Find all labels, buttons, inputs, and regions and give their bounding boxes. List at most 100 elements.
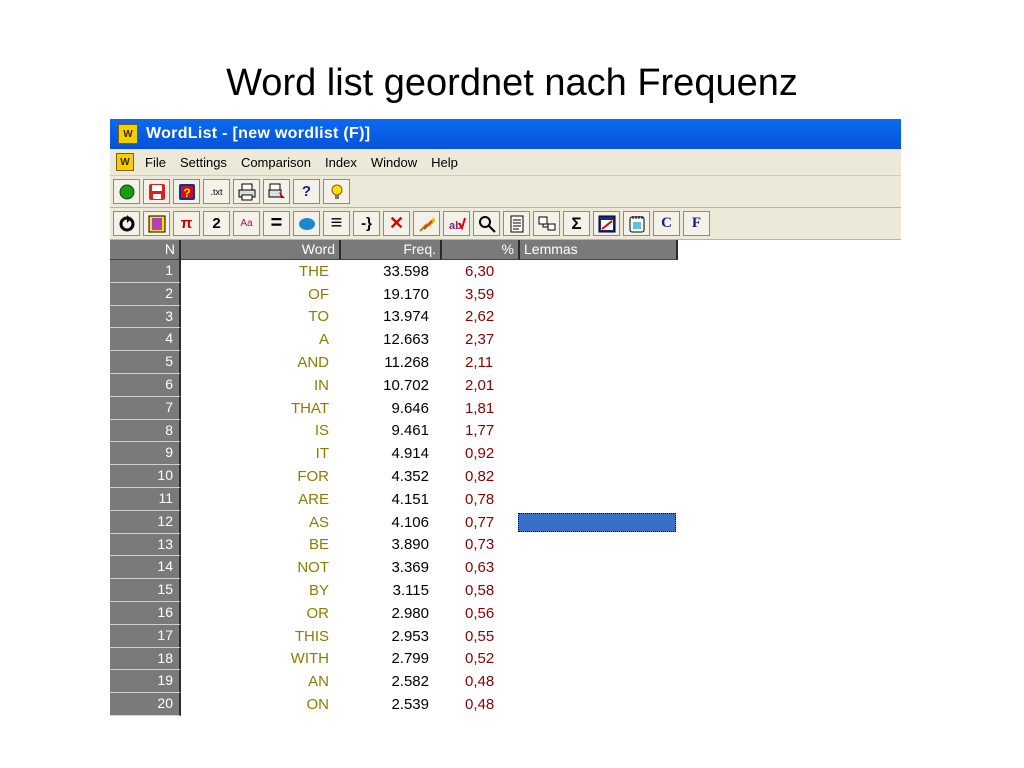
table-row[interactable]: 3 TO 13.974 2,62 <box>110 305 901 329</box>
word-cell[interactable]: IS <box>181 422 335 439</box>
percent-cell[interactable]: 0,92 <box>435 445 518 462</box>
freq-cell[interactable]: 9.461 <box>335 422 435 439</box>
table-row[interactable]: 4 A 12.663 2,37 <box>110 328 901 352</box>
table-row[interactable]: 15 BY 3.115 0,58 <box>110 579 901 602</box>
word-cell[interactable]: IN <box>181 377 335 394</box>
word-cell[interactable]: FOR <box>181 468 335 485</box>
freq-cell[interactable]: 12.663 <box>335 331 435 348</box>
question-button[interactable]: ? <box>293 179 320 204</box>
lemmas-cell[interactable] <box>518 490 676 509</box>
word-cell[interactable]: WITH <box>181 650 335 667</box>
freq-cell[interactable]: 2.582 <box>335 673 435 690</box>
freq-cell[interactable]: 3.115 <box>335 582 435 599</box>
percent-cell[interactable]: 0,82 <box>435 468 518 485</box>
menu-window[interactable]: Window <box>371 155 417 170</box>
word-cell[interactable]: ARE <box>181 491 335 508</box>
lines-button[interactable]: ≡ <box>323 211 350 236</box>
table-row[interactable]: 2 OF 19.170 3,59 <box>110 282 901 306</box>
header-word[interactable]: Word <box>181 240 341 260</box>
columns-button[interactable] <box>143 211 170 236</box>
lemmas-cell[interactable] <box>518 535 676 554</box>
table-row[interactable]: 8 IS 9.461 1,77 <box>110 419 901 443</box>
lemmas-cell[interactable] <box>518 399 676 418</box>
percent-cell[interactable]: 0,56 <box>435 605 518 622</box>
word-cell[interactable]: THAT <box>181 400 335 417</box>
percent-cell[interactable]: 0,63 <box>435 559 518 576</box>
freq-cell[interactable]: 2.980 <box>335 605 435 622</box>
lightbulb-button[interactable] <box>323 179 350 204</box>
percent-cell[interactable]: 1,81 <box>435 400 518 417</box>
case-button[interactable]: Aa <box>233 211 260 236</box>
header-freq[interactable]: Freq. <box>341 240 442 260</box>
refresh-button[interactable] <box>113 211 140 236</box>
header-n[interactable]: N <box>110 240 181 260</box>
table-row[interactable]: 18 WITH 2.799 0,52 <box>110 647 901 671</box>
percent-cell[interactable]: 6,30 <box>435 263 518 280</box>
print-button[interactable] <box>233 179 260 204</box>
freq-cell[interactable]: 33.598 <box>335 263 435 280</box>
menu-index[interactable]: Index <box>325 155 357 170</box>
wordlist-grid[interactable]: N Word Freq. % Lemmas 1 THE 33.598 6,30 2 OF 1… <box>110 240 901 716</box>
document-menu-icon[interactable]: W <box>116 153 134 171</box>
window-titlebar[interactable]: W WordList - [new wordlist (F)] <box>110 119 901 149</box>
lemmas-cell[interactable] <box>518 444 676 463</box>
table-row[interactable]: 16 OR 2.980 0,56 <box>110 601 901 625</box>
table-row[interactable]: 19 AN 2.582 0,48 <box>110 670 901 694</box>
lemmas-cell[interactable] <box>518 581 676 600</box>
lemmas-cell[interactable] <box>518 285 676 304</box>
word-cell[interactable]: ON <box>181 696 335 713</box>
word-cell[interactable]: AN <box>181 673 335 690</box>
search-button[interactable] <box>473 211 500 236</box>
header-lemmas[interactable]: Lemmas <box>520 240 678 260</box>
menu-comparison[interactable]: Comparison <box>241 155 311 170</box>
percent-cell[interactable]: 3,59 <box>435 286 518 303</box>
percent-cell[interactable]: 0,48 <box>435 673 518 690</box>
percent-cell[interactable]: 2,37 <box>435 331 518 348</box>
percent-cell[interactable]: 0,52 <box>435 650 518 667</box>
print-preview-button[interactable] <box>263 179 290 204</box>
percent-cell[interactable]: 0,58 <box>435 582 518 599</box>
menu-help[interactable]: Help <box>431 155 458 170</box>
percent-cell[interactable]: 0,77 <box>435 514 518 531</box>
lemmas-cell[interactable] <box>518 421 676 440</box>
lemmas-cell[interactable] <box>518 604 676 623</box>
freq-cell[interactable]: 4.151 <box>335 491 435 508</box>
freq-cell[interactable]: 19.170 <box>335 286 435 303</box>
lemmas-cell[interactable] <box>518 307 676 326</box>
freq-cell[interactable]: 4.352 <box>335 468 435 485</box>
percent-cell[interactable]: 1,77 <box>435 422 518 439</box>
f-button[interactable]: F <box>683 211 710 236</box>
menu-file[interactable]: File <box>145 155 166 170</box>
table-row[interactable]: 1 THE 33.598 6,30 <box>110 260 901 283</box>
pi-button[interactable]: π <box>173 211 200 236</box>
freq-cell[interactable]: 11.268 <box>335 354 435 371</box>
percent-cell[interactable]: 2,11 <box>435 354 518 371</box>
percent-cell[interactable]: 0,78 <box>435 491 518 508</box>
percent-cell[interactable]: 0,48 <box>435 696 518 713</box>
lemmas-cell[interactable] <box>518 558 676 577</box>
freq-cell[interactable]: 2.953 <box>335 628 435 645</box>
broom-button[interactable] <box>413 211 440 236</box>
notepad-button[interactable] <box>623 211 650 236</box>
equals-button[interactable]: = <box>263 211 290 236</box>
table-row[interactable]: 5 AND 11.268 2,11 <box>110 351 901 374</box>
percent-cell[interactable]: 2,01 <box>435 377 518 394</box>
sigma-button[interactable]: Σ <box>563 211 590 236</box>
lemmas-cell[interactable] <box>518 262 676 281</box>
green-circle-button[interactable] <box>113 179 140 204</box>
word-cell[interactable]: AND <box>181 354 335 371</box>
save-button[interactable] <box>143 179 170 204</box>
freq-cell[interactable]: 4.106 <box>335 514 435 531</box>
c-button[interactable]: C <box>653 211 680 236</box>
freq-cell[interactable]: 2.539 <box>335 696 435 713</box>
table-row[interactable]: 7 THAT 9.646 1,81 <box>110 396 901 420</box>
freq-cell[interactable]: 2.799 <box>335 650 435 667</box>
table-row[interactable]: 9 IT 4.914 0,92 <box>110 442 901 466</box>
lemmas-cell[interactable] <box>518 512 676 532</box>
word-cell[interactable]: THIS <box>181 628 335 645</box>
mark-button[interactable]: ab <box>443 211 470 236</box>
freq-cell[interactable]: 10.702 <box>335 377 435 394</box>
table-row[interactable]: 14 NOT 3.369 0,63 <box>110 556 901 580</box>
percent-cell[interactable]: 0,73 <box>435 536 518 553</box>
word-cell[interactable]: BY <box>181 582 335 599</box>
